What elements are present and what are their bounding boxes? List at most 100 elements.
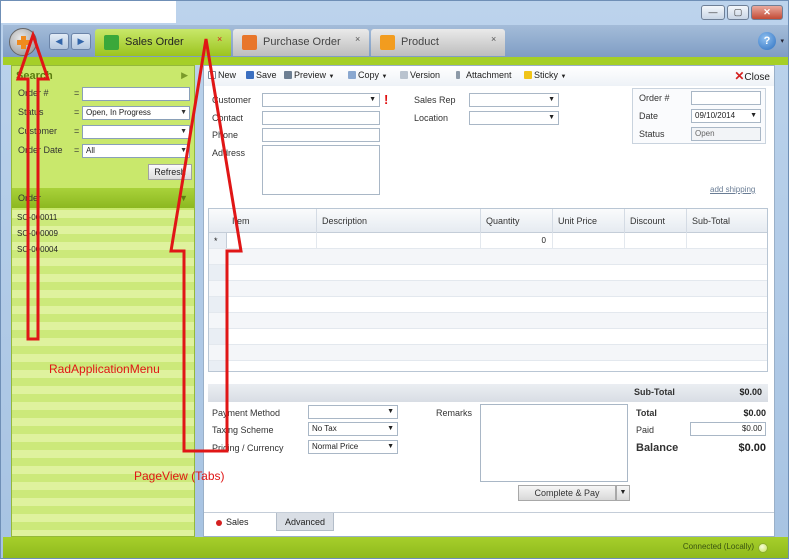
tab-close-icon[interactable]: × (217, 29, 222, 49)
column-header-discount[interactable]: Discount (625, 209, 687, 233)
contact-label: Contact (212, 113, 244, 123)
chevron-down-icon: ▼ (381, 74, 388, 80)
pricing-currency-value: Normal Price (312, 442, 359, 451)
table-row[interactable] (209, 265, 767, 281)
sales-rep-select[interactable]: ▼ (469, 93, 559, 107)
grid-header: Item Description Quantity Unit Price Dis… (209, 209, 767, 233)
new-button[interactable]: New (208, 70, 236, 80)
customer-select[interactable]: ▼ (82, 125, 190, 139)
chevron-down-icon: ▼ (548, 114, 555, 121)
attachment-button[interactable]: Attachment (456, 70, 512, 80)
cell-quantity[interactable]: 0 (481, 233, 553, 249)
table-row[interactable]: 0 (209, 233, 767, 249)
table-row[interactable] (209, 345, 767, 361)
tab-purchase-order[interactable]: Purchase Order × (233, 29, 369, 56)
list-item[interactable]: SO-000004 (12, 242, 194, 258)
payment-method-select[interactable]: ▼ (308, 405, 398, 419)
close-window-button[interactable]: ✕ (751, 5, 783, 20)
save-button[interactable]: Save (246, 70, 277, 80)
taxing-scheme-label: Taxing Scheme (212, 425, 274, 435)
tab-sales[interactable]: Sales (208, 513, 257, 531)
help-icon[interactable]: ? (758, 32, 776, 50)
collapse-arrow-icon[interactable]: ▶ (181, 70, 188, 81)
cell-item[interactable] (227, 233, 317, 249)
application-window: — ▢ ✕ ◀ ▶ Sales Order × Purchase Order ×… (0, 0, 789, 559)
sticky-button[interactable]: Sticky ▼ (524, 70, 566, 80)
tab-close-icon[interactable]: × (491, 29, 496, 49)
app-menu-annotation: RadApplicationMenu (49, 362, 160, 376)
close-order-button[interactable]: ✕Close (734, 69, 770, 83)
chevron-down-icon: ▼ (560, 74, 567, 80)
table-row[interactable] (209, 297, 767, 313)
order-number-input[interactable] (691, 91, 761, 105)
minimize-button[interactable]: — (701, 5, 725, 20)
pricing-currency-select[interactable]: Normal Price ▼ (308, 440, 398, 454)
preview-button[interactable]: Preview ▼ (284, 70, 334, 80)
close-label: Close (744, 72, 770, 83)
copy-label: Copy (358, 70, 380, 80)
remarks-textarea[interactable] (480, 404, 628, 482)
subtotal-label: Sub-Total (634, 387, 675, 397)
sales-order-icon (104, 35, 119, 50)
column-header-description[interactable]: Description (317, 209, 481, 233)
table-row[interactable] (209, 329, 767, 345)
copy-button[interactable]: Copy ▼ (348, 70, 387, 80)
cell-description[interactable] (317, 233, 481, 249)
tab-product[interactable]: Product × (371, 29, 505, 56)
table-row[interactable] (209, 313, 767, 329)
status-select[interactable]: Open, In Progress ▼ (82, 106, 190, 120)
tab-label: Product (401, 36, 439, 48)
save-label: Save (256, 70, 277, 80)
back-button[interactable]: ◀ (49, 33, 69, 50)
table-row[interactable] (209, 281, 767, 297)
application-menu-button[interactable] (9, 28, 37, 56)
phone-input[interactable] (262, 128, 380, 142)
column-header-quantity[interactable]: Quantity (481, 209, 553, 233)
paid-input[interactable]: $0.00 (690, 422, 766, 436)
tab-close-icon[interactable]: × (355, 29, 360, 49)
customer-select[interactable]: ▼ (262, 93, 380, 107)
complete-and-pay-dropdown[interactable]: ▼ (616, 485, 630, 501)
order-number-label: Order # (639, 93, 670, 103)
location-label: Location (414, 113, 449, 123)
chevron-down-icon: ▼ (328, 74, 335, 80)
column-header-item[interactable]: Item (227, 209, 317, 233)
status-bar: Connected (Locally) (3, 537, 788, 558)
complete-and-pay-button[interactable]: Complete & Pay (518, 485, 616, 501)
date-picker[interactable]: 09/10/2014 ▼ (691, 109, 761, 123)
forward-button[interactable]: ▶ (71, 33, 91, 50)
status-dot-icon (216, 519, 222, 526)
version-button[interactable]: Version (400, 70, 440, 80)
orders-column-header[interactable]: Order ▼ (12, 188, 194, 208)
list-item[interactable]: SO-000009 (12, 226, 194, 242)
refresh-button[interactable]: Refresh (148, 164, 192, 180)
list-item[interactable]: SO-000011 (12, 210, 194, 226)
tab-sales-order[interactable]: Sales Order × (95, 29, 231, 56)
column-header-unit-price[interactable]: Unit Price (553, 209, 625, 233)
connection-status: Connected (Locally) (682, 542, 754, 551)
page-view-tabstrip: ◀ ▶ Sales Order × Purchase Order × Produ… (3, 25, 788, 57)
add-shipping-link[interactable]: add shipping (710, 185, 755, 194)
chevron-down-icon[interactable]: ▾ (780, 37, 784, 45)
order-number-input[interactable] (82, 87, 190, 101)
product-icon (380, 35, 395, 50)
address-input[interactable] (262, 145, 380, 195)
cell-discount[interactable] (625, 233, 687, 249)
tab-advanced[interactable]: Advanced (276, 513, 335, 531)
chevron-down-icon: ▼ (387, 425, 394, 432)
payment-method-label: Payment Method (212, 408, 281, 418)
location-select[interactable]: ▼ (469, 111, 559, 125)
subtotal-band: Sub-Total $0.00 (208, 384, 768, 402)
column-header-sub-total[interactable]: Sub-Total (687, 209, 767, 233)
table-row[interactable] (209, 249, 767, 265)
version-label: Version (410, 70, 441, 80)
cell-unit-price[interactable] (553, 233, 625, 249)
contact-input[interactable] (262, 111, 380, 125)
taxing-scheme-select[interactable]: No Tax ▼ (308, 422, 398, 436)
taxing-scheme-value: No Tax (312, 424, 337, 433)
paperclip-icon (456, 71, 460, 79)
maximize-button[interactable]: ▢ (727, 5, 749, 20)
order-date-select[interactable]: All ▼ (82, 144, 190, 158)
total-label: Total (636, 408, 657, 418)
required-indicator: ! (384, 92, 389, 107)
